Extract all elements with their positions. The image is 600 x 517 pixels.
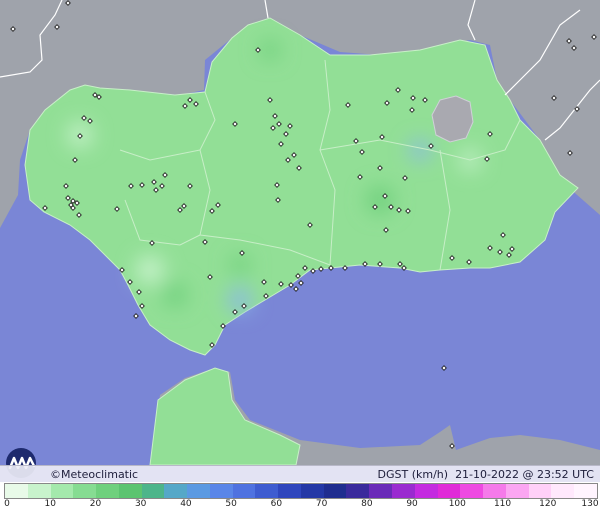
color-scale-tick: 10 [44,499,56,509]
color-scale-swatch [528,484,552,498]
color-scale-swatch [392,484,415,498]
variable-label: DGST (km/h) [377,468,449,481]
mountain-area [431,95,474,143]
color-scale-swatch [300,484,324,498]
color-scale-swatch [483,484,506,498]
caption-label: DGST (km/h) 21-10-2022 @ 23:52 UTC [378,468,594,481]
color-scale-tick: 80 [361,499,373,509]
datetime-label: 21-10-2022 @ 23:52 UTC [455,468,594,481]
color-scale-swatch [460,484,484,498]
color-scale-tick: 130 [581,499,599,509]
color-scale-tick: 40 [180,499,192,509]
brand-label: ©Meteoclimatic [50,468,139,481]
color-scale-tick: 0 [4,499,10,509]
color-scale-swatch [118,484,142,498]
color-scale-swatch [278,484,301,498]
color-scale-swatch [141,484,165,498]
color-scale-swatch [164,484,188,498]
color-scale-swatch [505,484,529,498]
color-scale-swatch [551,484,575,498]
color-scale-swatch [346,484,370,498]
color-scale-tick: 70 [315,499,328,509]
color-scale-swatch [50,484,74,498]
color-scale-swatch [232,484,256,498]
color-scale-tick: 110 [493,499,512,509]
color-scale-swatch [414,484,438,498]
color-scale-tick: 60 [270,499,283,509]
color-scale-swatch [96,484,119,498]
color-scale-bar [4,483,598,499]
color-scale-tick: 20 [89,499,102,509]
footer-bar: ©Meteoclimatic DGST (km/h) 21-10-2022 @ … [0,465,600,483]
map-canvas [0,0,600,465]
color-scale: 0 10 20 30 40 50 60 70 80 90 100 110 120 130 [0,482,600,517]
color-scale-tick: 30 [134,499,147,509]
color-scale-swatch [27,484,51,498]
color-scale-swatch [73,484,97,498]
color-scale-swatch [323,484,347,498]
color-scale-tick: 120 [539,499,557,509]
color-scale-swatch [209,484,233,498]
color-scale-tick: 50 [225,499,237,509]
color-scale-swatch [437,484,461,498]
color-scale-swatch [369,484,393,498]
color-scale-tick: 90 [406,499,418,509]
color-scale-swatch [255,484,279,498]
color-scale-swatch [5,484,28,498]
color-scale-swatch [187,484,210,498]
color-scale-tick: 100 [448,499,466,509]
color-scale-swatch [574,484,597,498]
